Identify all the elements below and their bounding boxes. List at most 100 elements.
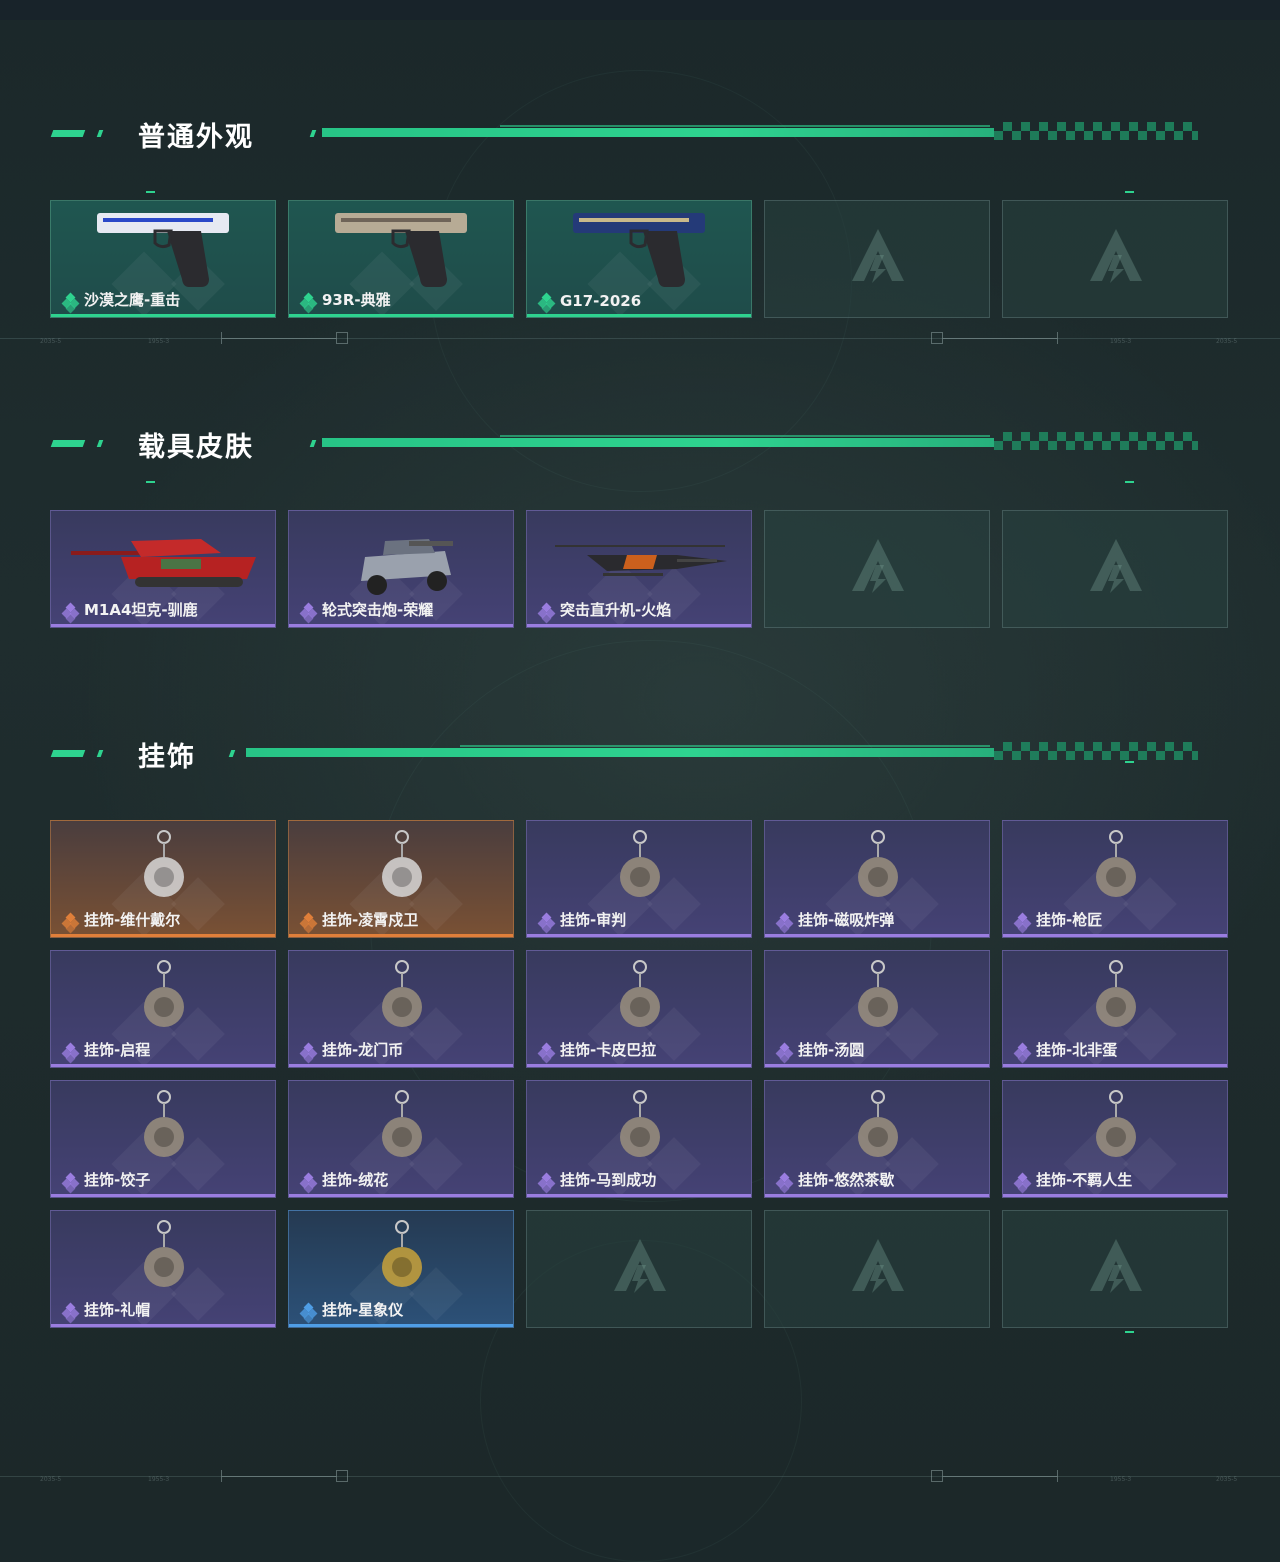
section-title: 挂饰 — [138, 742, 196, 773]
item-card[interactable]: 挂饰-不羁人生 — [1002, 1080, 1228, 1198]
item-card[interactable]: 挂饰-星象仪 — [288, 1210, 514, 1328]
rarity-diamond-icon — [299, 1172, 318, 1194]
item-label: 93R-典雅 — [322, 291, 391, 309]
rarity-diamond-icon — [1013, 912, 1032, 934]
item-label: 挂饰-凌霄戍卫 — [322, 911, 419, 929]
empty-slot — [526, 1210, 752, 1328]
item-label: 挂饰-磁吸炸弹 — [798, 911, 895, 929]
marker — [146, 191, 155, 193]
rarity-diamond-icon — [299, 292, 318, 314]
item-label: 挂饰-汤圆 — [798, 1041, 865, 1059]
rarity-bar — [289, 314, 513, 317]
rarity-diamond-icon — [1013, 1042, 1032, 1064]
item-card[interactable]: 挂饰-磁吸炸弹 — [764, 820, 990, 938]
item-card[interactable]: G17-2026 — [526, 200, 752, 318]
item-label: 轮式突击炮-荣耀 — [322, 601, 434, 619]
rarity-bar — [765, 1194, 989, 1197]
top-bar — [0, 0, 1280, 20]
rarity-diamond-icon — [537, 602, 556, 624]
marker — [1125, 1331, 1134, 1333]
item-label: 挂饰-马到成功 — [560, 1171, 657, 1189]
item-card[interactable]: 挂饰-汤圆 — [764, 950, 990, 1068]
item-label: 挂饰-启程 — [84, 1041, 151, 1059]
rarity-diamond-icon — [61, 1302, 80, 1324]
rarity-bar — [527, 1194, 751, 1197]
item-card[interactable]: 挂饰-龙门币 — [288, 950, 514, 1068]
item-label: M1A4坦克-驯鹿 — [84, 601, 198, 619]
hud-tag: 1955-3 — [148, 1476, 170, 1483]
marker — [1125, 191, 1134, 193]
item-label: 挂饰-悠然茶歇 — [798, 1171, 895, 1189]
rarity-diamond-icon — [775, 1042, 794, 1064]
rarity-diamond-icon — [775, 912, 794, 934]
hud-tag: 2035-5 — [1216, 1476, 1238, 1483]
item-card[interactable]: 挂饰-饺子 — [50, 1080, 276, 1198]
item-card[interactable]: 挂饰-枪匠 — [1002, 820, 1228, 938]
item-label: 挂饰-礼帽 — [84, 1301, 151, 1319]
item-card[interactable]: 沙漠之鹰-重击 — [50, 200, 276, 318]
rarity-bar — [51, 314, 275, 317]
item-card[interactable]: 挂饰-马到成功 — [526, 1080, 752, 1198]
rarity-bar — [1003, 934, 1227, 937]
item-label: 挂饰-审判 — [560, 911, 627, 929]
marker — [1125, 481, 1134, 483]
rarity-diamond-icon — [61, 1042, 80, 1064]
section-header-vehicle-skins: 载具皮肤 — [0, 431, 1280, 471]
rarity-bar — [765, 1064, 989, 1067]
item-label: 沙漠之鹰-重击 — [84, 291, 181, 309]
rarity-bar — [51, 624, 275, 627]
rarity-bar — [289, 624, 513, 627]
rarity-bar — [289, 1324, 513, 1327]
item-card[interactable]: 挂饰-凌霄戍卫 — [288, 820, 514, 938]
item-label: 突击直升机-火焰 — [560, 601, 672, 619]
rarity-diamond-icon — [61, 602, 80, 624]
item-card[interactable]: 挂饰-卡皮巴拉 — [526, 950, 752, 1068]
rarity-diamond-icon — [299, 1042, 318, 1064]
rarity-diamond-icon — [61, 912, 80, 934]
rarity-bar — [527, 624, 751, 627]
empty-slot — [764, 200, 990, 318]
item-card[interactable]: 挂饰-启程 — [50, 950, 276, 1068]
item-card[interactable]: M1A4坦克-驯鹿 — [50, 510, 276, 628]
item-card[interactable]: 挂饰-悠然茶歇 — [764, 1080, 990, 1198]
item-label: 挂饰-北非蛋 — [1036, 1041, 1118, 1059]
item-card[interactable]: 突击直升机-火焰 — [526, 510, 752, 628]
item-card[interactable]: 93R-典雅 — [288, 200, 514, 318]
section-title: 载具皮肤 — [138, 432, 254, 463]
item-label: G17-2026 — [560, 292, 642, 310]
rarity-bar — [51, 934, 275, 937]
item-label: 挂饰-枪匠 — [1036, 911, 1103, 929]
empty-slot — [1002, 510, 1228, 628]
item-card[interactable]: 挂饰-审判 — [526, 820, 752, 938]
rarity-bar — [289, 1194, 513, 1197]
item-label: 挂饰-卡皮巴拉 — [560, 1041, 657, 1059]
rarity-diamond-icon — [61, 1172, 80, 1194]
hud-tag: 1955-3 — [148, 338, 170, 345]
empty-slot — [764, 510, 990, 628]
rarity-diamond-icon — [299, 602, 318, 624]
hud-tag: 1955-3 — [1110, 338, 1132, 345]
rarity-bar — [527, 1064, 751, 1067]
item-card[interactable]: 挂饰-绒花 — [288, 1080, 514, 1198]
rarity-bar — [51, 1324, 275, 1327]
hud-tag: 2035-5 — [40, 1476, 62, 1483]
section-header-charms: 挂饰 — [0, 741, 1280, 781]
rarity-diamond-icon — [61, 292, 80, 314]
item-card[interactable]: 挂饰-礼帽 — [50, 1210, 276, 1328]
item-label: 挂饰-绒花 — [322, 1171, 389, 1189]
item-label: 挂饰-维什戴尔 — [84, 911, 181, 929]
rarity-diamond-icon — [537, 292, 556, 314]
rarity-diamond-icon — [299, 912, 318, 934]
rarity-bar — [51, 1194, 275, 1197]
rarity-diamond-icon — [537, 912, 556, 934]
hud-tag: 2035-5 — [1216, 338, 1238, 345]
rarity-diamond-icon — [775, 1172, 794, 1194]
rarity-bar — [527, 934, 751, 937]
rarity-bar — [289, 1064, 513, 1067]
hud-tag: 2035-5 — [40, 338, 62, 345]
hud-tag: 1955-3 — [1110, 1476, 1132, 1483]
rarity-bar — [289, 934, 513, 937]
item-card[interactable]: 挂饰-北非蛋 — [1002, 950, 1228, 1068]
item-card[interactable]: 轮式突击炮-荣耀 — [288, 510, 514, 628]
item-card[interactable]: 挂饰-维什戴尔 — [50, 820, 276, 938]
